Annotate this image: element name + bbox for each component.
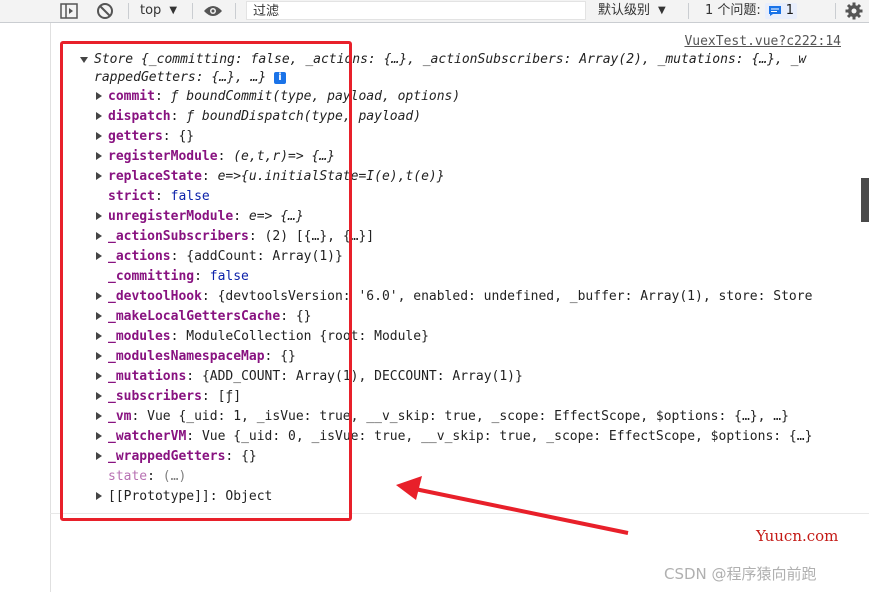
csdn-watermark: CSDN @程序猿向前跑 [664,565,817,583]
annotation-arrow [396,476,629,535]
site-watermark: Yuucn.com [756,527,839,545]
